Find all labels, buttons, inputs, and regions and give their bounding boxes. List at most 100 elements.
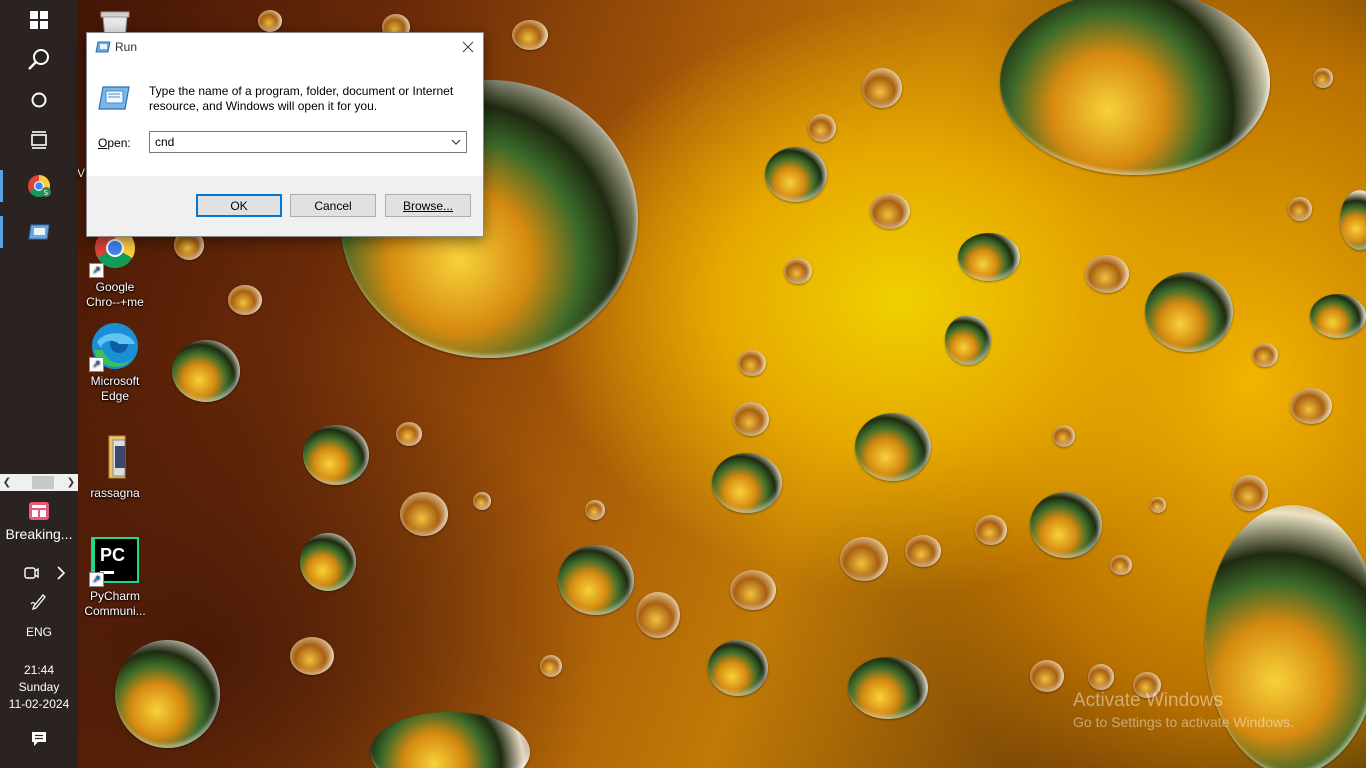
desktop-icon-label: Communi...: [84, 604, 146, 618]
clock-day[interactable]: Sunday: [0, 679, 78, 695]
water-drop: [585, 500, 605, 520]
water-drop: [558, 545, 634, 615]
dropdown-button[interactable]: [447, 132, 465, 152]
water-drop: [1030, 660, 1064, 692]
water-drop: [1150, 497, 1166, 513]
water-drop: [370, 712, 530, 768]
water-drop: [1232, 475, 1268, 511]
run-description: Type the name of a program, folder, docu…: [149, 84, 454, 113]
notification-icon: [32, 732, 46, 746]
water-drop: [636, 592, 680, 638]
desktop-icon-label: PyCharm: [89, 589, 140, 603]
water-drop: [855, 413, 931, 481]
close-icon: [462, 41, 474, 53]
clock-time[interactable]: 21:44: [0, 662, 78, 678]
taskbar-chrome-button[interactable]: S: [0, 166, 78, 206]
water-drop: [1340, 190, 1366, 250]
watermark-title: Activate Windows: [1073, 690, 1223, 711]
scroll-left-icon[interactable]: ❮: [0, 474, 14, 491]
desktop-icon-label: Edge: [100, 389, 130, 403]
water-drop: [400, 492, 448, 536]
open-label-accesskey: O: [98, 136, 108, 150]
water-drop: [172, 340, 240, 402]
water-drop: [738, 350, 766, 376]
cortana-circle-icon: [31, 92, 47, 108]
desktop-icon-label: Chro--+me: [86, 295, 144, 309]
task-view-icon: [31, 131, 47, 149]
cancel-button[interactable]: Cancel: [290, 194, 376, 217]
water-drop: [258, 10, 282, 32]
water-drop: [840, 537, 888, 581]
water-drop: [300, 533, 356, 591]
water-drop: [958, 233, 1020, 281]
browse-button[interactable]: Browse...: [385, 194, 471, 217]
water-drop: [473, 492, 491, 510]
search-icon: [28, 49, 49, 70]
pen-workspace-button[interactable]: [0, 588, 78, 614]
cortana-button[interactable]: [0, 80, 78, 120]
chrome-icon: S: [28, 175, 51, 197]
water-drop: [228, 285, 262, 315]
desktop-icon-label: Microsoft: [90, 374, 140, 388]
run-dialog: Run Type the name of a program, folder, …: [86, 32, 484, 237]
action-center-button[interactable]: [0, 724, 78, 754]
svg-text:PC: PC: [100, 545, 125, 565]
scroll-thumb[interactable]: [32, 476, 54, 489]
run-app-icon: [95, 41, 111, 53]
close-button[interactable]: [453, 33, 483, 61]
chevron-right-icon: [57, 566, 66, 580]
water-drop: [1252, 343, 1278, 367]
windows-logo-icon: [30, 11, 48, 29]
water-drop: [870, 193, 910, 229]
water-drop: [945, 315, 991, 365]
water-drop: [1310, 294, 1366, 338]
chevron-down-icon: [451, 139, 461, 145]
edge-icon: ↗: [89, 320, 141, 372]
taskbar-scrollbar[interactable]: ❮ ❯: [0, 474, 78, 491]
folder-icon: [89, 432, 141, 484]
rassagna-folder[interactable]: rassagna: [77, 432, 153, 501]
run-title-bar[interactable]: Run: [87, 33, 483, 61]
open-label: Open:: [98, 136, 131, 150]
water-drop: [708, 640, 768, 696]
open-input[interactable]: cnd: [149, 131, 467, 153]
task-view-button[interactable]: [0, 120, 78, 160]
news-widget-label[interactable]: Breaking...: [0, 526, 78, 542]
water-drop: [765, 147, 827, 202]
show-hidden-icons-button[interactable]: [22, 560, 100, 586]
pen-icon: [30, 594, 46, 610]
water-drop: [1030, 492, 1102, 558]
microsoft-edge-shortcut[interactable]: ↗ Microsoft Edge: [77, 320, 153, 404]
google-chrome-shortcut[interactable]: ↗ Google Chro--+me: [77, 226, 153, 310]
recycle-bin-icon: [89, 6, 141, 34]
recycle-bin-shortcut[interactable]: [77, 6, 153, 34]
water-drop: [396, 422, 422, 446]
scroll-right-icon[interactable]: ❯: [64, 474, 78, 491]
desktop-icon-label: rassagna: [90, 486, 140, 500]
shortcut-arrow-icon: ↗: [89, 357, 104, 372]
water-drop: [1000, 0, 1270, 175]
water-drop: [1290, 388, 1332, 424]
water-drop: [303, 425, 369, 485]
taskbar-run-button[interactable]: [0, 212, 78, 252]
language-indicator[interactable]: ENG: [0, 624, 78, 640]
start-button[interactable]: [0, 0, 78, 40]
water-drop: [975, 515, 1007, 545]
run-app-icon: [28, 224, 50, 240]
partial-label-text: V: [77, 166, 86, 180]
ok-button[interactable]: OK: [196, 194, 282, 217]
water-drop: [1085, 255, 1129, 293]
water-drop: [848, 657, 928, 719]
water-drop: [290, 637, 334, 675]
water-drop: [712, 453, 782, 513]
water-drop: [862, 68, 902, 108]
news-widget-icon-wrap[interactable]: [0, 498, 78, 524]
water-drop: [1110, 555, 1132, 575]
run-dialog-icon: [98, 86, 130, 110]
water-drop: [1088, 664, 1114, 690]
water-drop: [512, 20, 548, 50]
water-drop: [540, 655, 562, 677]
open-input-value[interactable]: cnd: [155, 135, 174, 149]
search-button[interactable]: [0, 40, 78, 80]
clock-date[interactable]: 11-02-2024: [0, 696, 78, 712]
